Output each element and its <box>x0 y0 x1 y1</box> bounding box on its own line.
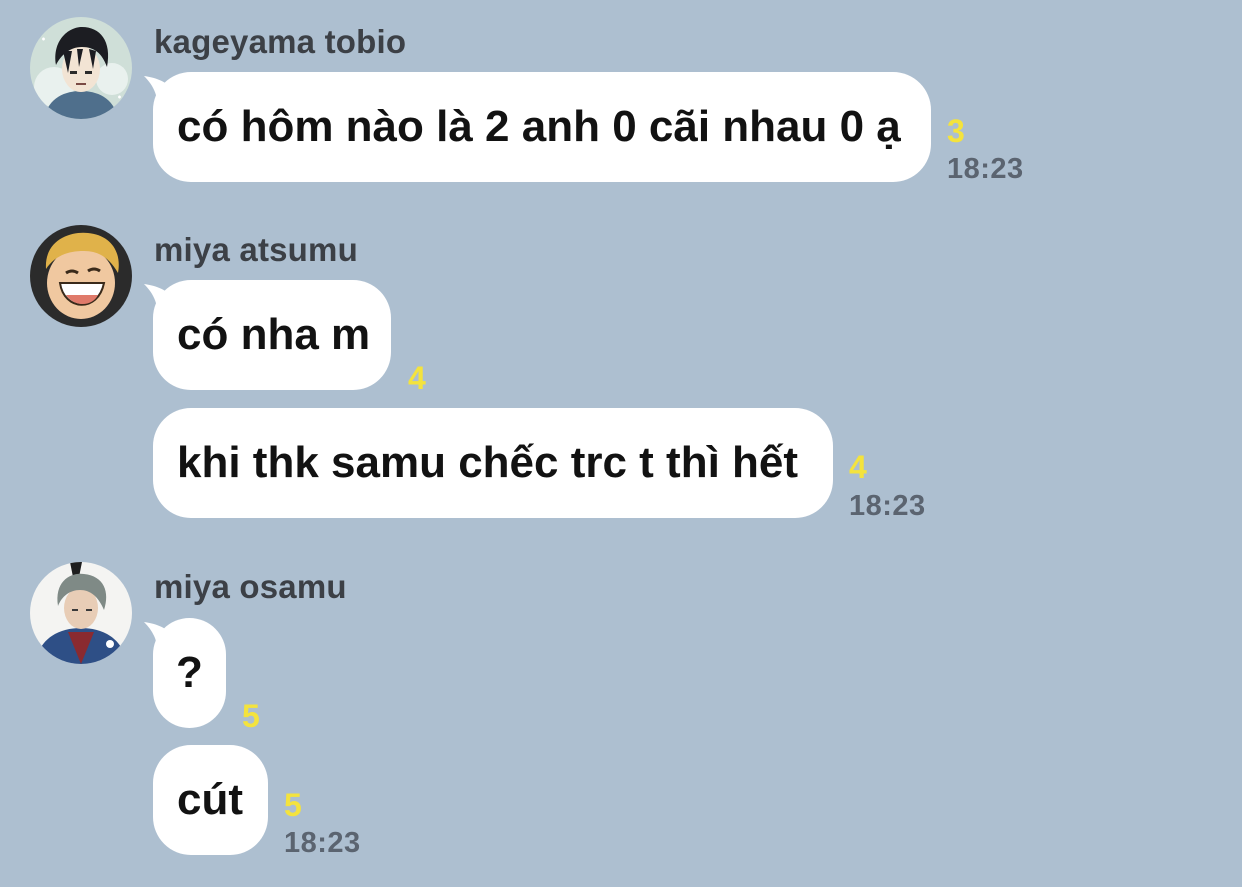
timestamp: 18:23 <box>284 827 361 859</box>
timestamp: 18:23 <box>849 490 926 522</box>
read-count: 5 <box>242 698 260 734</box>
message-text: có nha m <box>177 310 371 359</box>
read-count: 5 <box>284 787 302 823</box>
chat-view[interactable]: kageyama tobio có hôm nào là 2 anh 0 cãi… <box>0 0 1242 887</box>
osamu-avatar[interactable] <box>30 562 132 664</box>
sender-name: miya atsumu <box>154 231 358 268</box>
read-count: 4 <box>849 449 867 485</box>
message-bubble[interactable]: cút <box>153 745 268 855</box>
message-text: ? <box>176 648 203 697</box>
sender-name: kageyama tobio <box>154 23 407 60</box>
message-bubble[interactable]: có hôm nào là 2 anh 0 cãi nhau 0 ạ <box>153 72 931 182</box>
read-count: 3 <box>947 113 965 149</box>
message-text: có hôm nào là 2 anh 0 cãi nhau 0 ạ <box>177 102 901 151</box>
message-bubble[interactable]: ? <box>153 618 226 728</box>
atsumu-avatar[interactable] <box>30 225 132 327</box>
message-text: khi thk samu chếc trc t thì hết <box>177 438 799 487</box>
message-bubble[interactable]: khi thk samu chếc trc t thì hết <box>153 408 833 518</box>
sender-name: miya osamu <box>154 568 347 605</box>
message-text: cút <box>177 775 243 824</box>
kageyama-avatar[interactable] <box>30 17 132 119</box>
message-bubble[interactable]: có nha m <box>153 280 391 390</box>
timestamp: 18:23 <box>947 153 1024 185</box>
read-count: 4 <box>408 360 426 396</box>
